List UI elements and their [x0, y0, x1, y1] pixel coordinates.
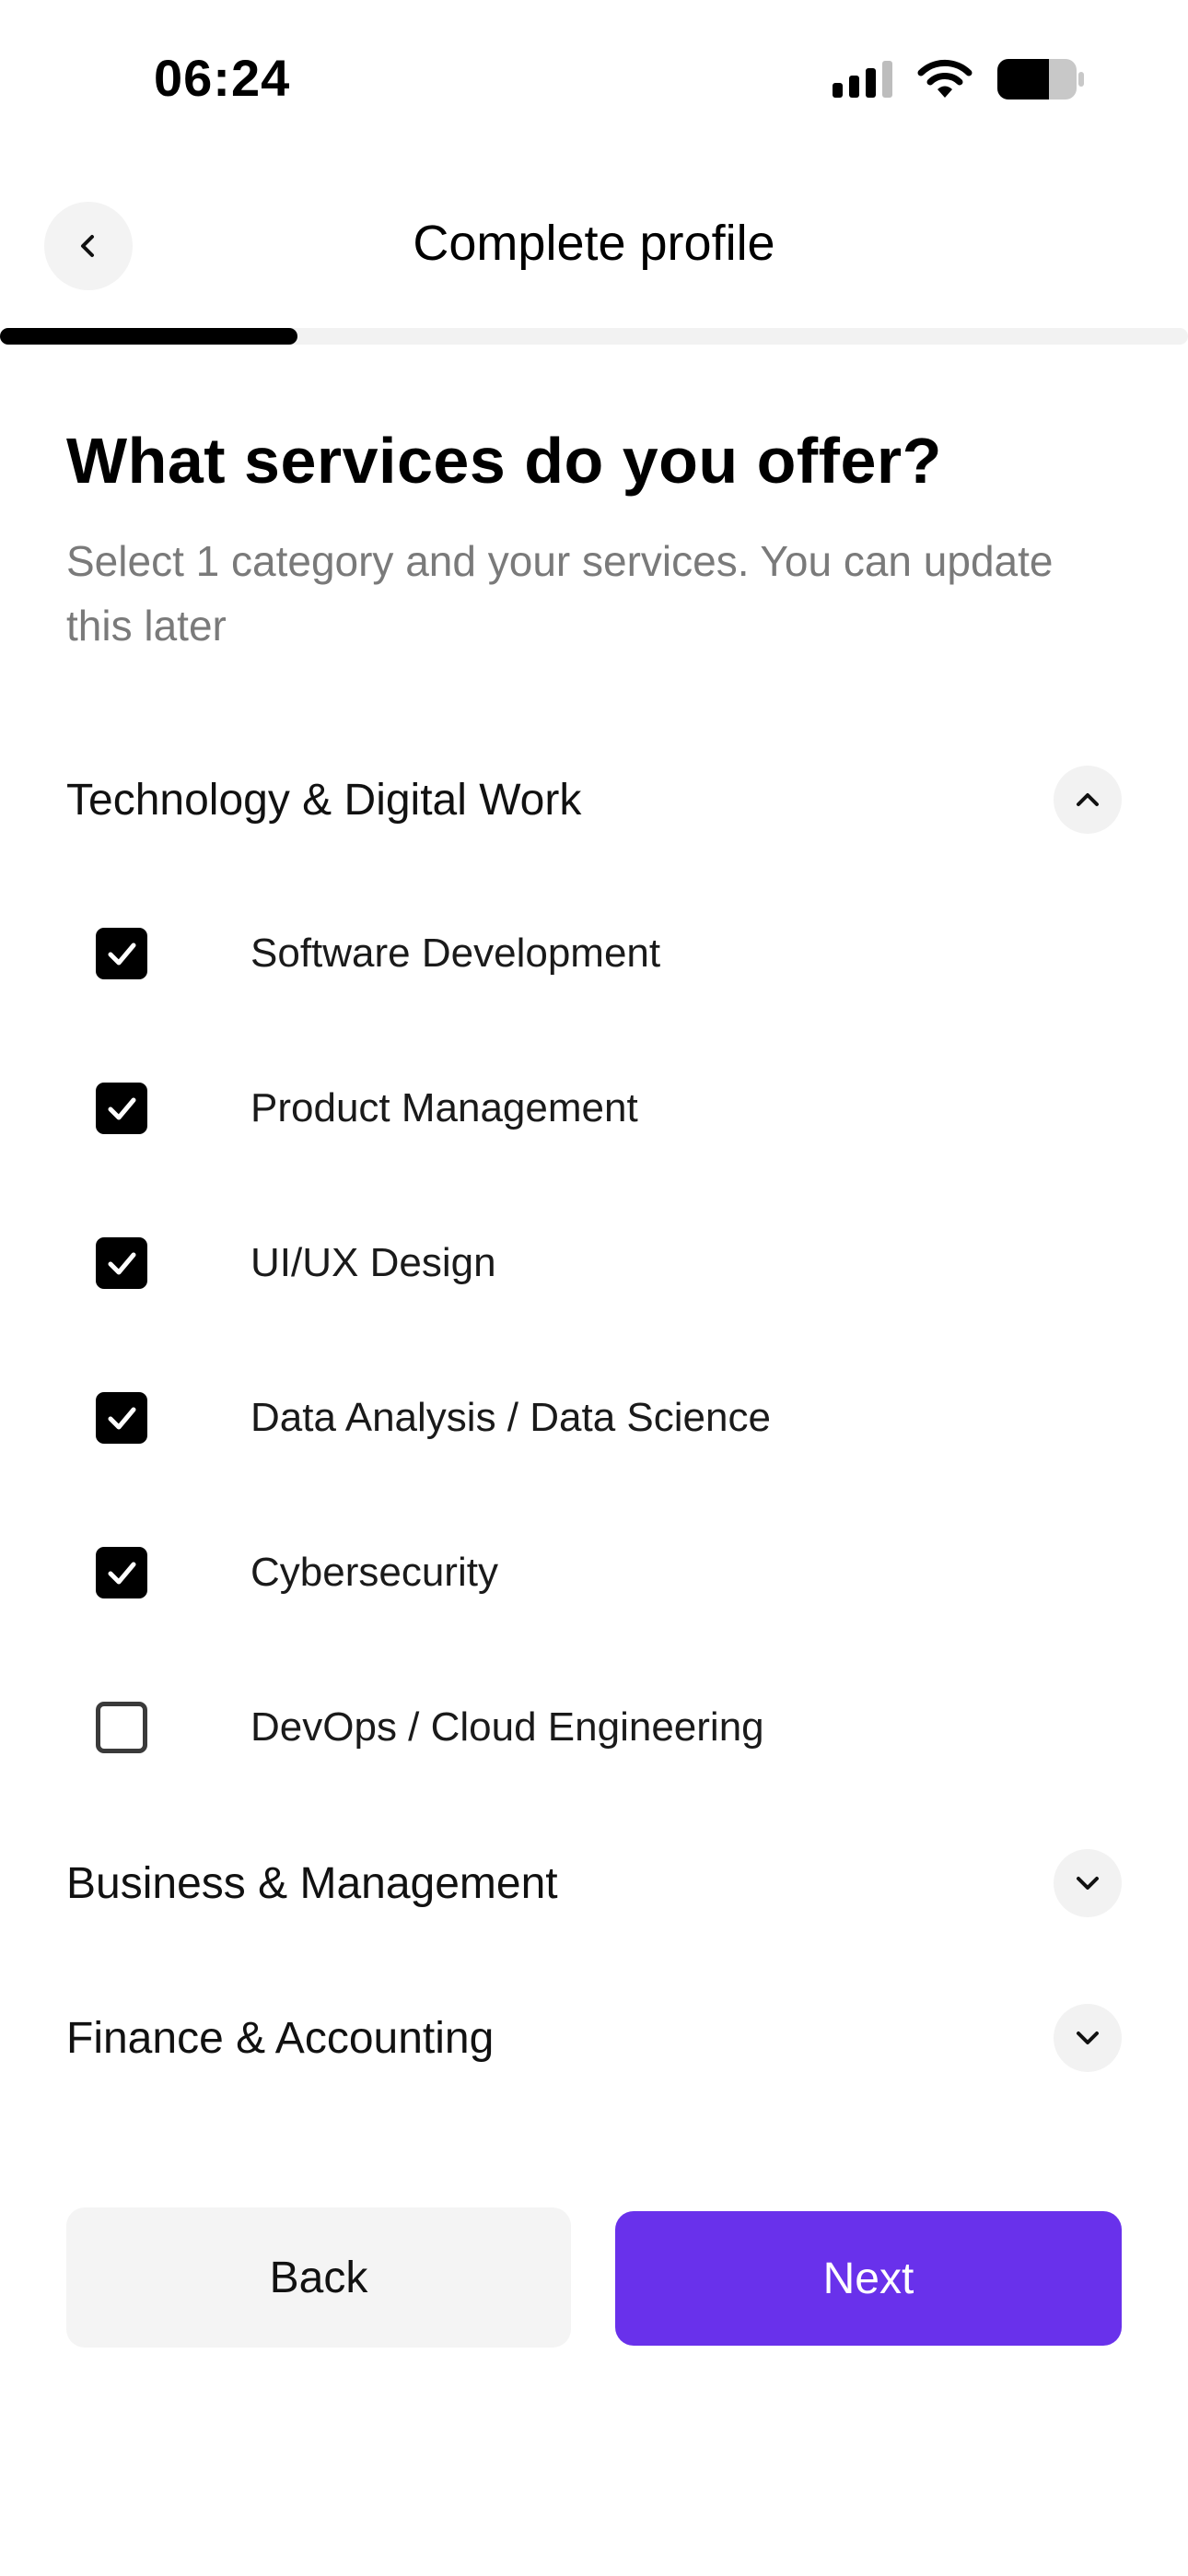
- collapse-category-button[interactable]: [1054, 766, 1122, 834]
- category-label: Technology & Digital Work: [66, 775, 582, 825]
- status-bar: 06:24: [0, 0, 1188, 166]
- checkbox-checked[interactable]: [96, 1237, 147, 1289]
- option-label: Data Analysis / Data Science: [250, 1395, 771, 1440]
- chevron-up-icon: [1077, 793, 1099, 806]
- checkbox-checked[interactable]: [96, 1547, 147, 1598]
- category-technology[interactable]: Technology & Digital Work: [66, 754, 1122, 846]
- page-title: Complete profile: [413, 216, 775, 271]
- option-ui-ux-design[interactable]: UI/UX Design: [96, 1217, 1109, 1309]
- checkmark-icon: [108, 1407, 136, 1430]
- checkmark-icon: [108, 1252, 136, 1275]
- battery-icon: [997, 59, 1084, 100]
- next-button[interactable]: Next: [615, 2211, 1122, 2346]
- option-label: Product Management: [250, 1085, 638, 1130]
- checkbox-unchecked[interactable]: [96, 1702, 147, 1753]
- category-label: Business & Management: [66, 1858, 558, 1908]
- option-label: Software Development: [250, 931, 661, 976]
- checkmark-icon: [108, 943, 136, 966]
- chevron-down-icon: [1077, 2032, 1099, 2044]
- checkbox-checked[interactable]: [96, 928, 147, 979]
- category-business-management[interactable]: Business & Management: [66, 1837, 1122, 1929]
- option-cybersecurity[interactable]: Cybersecurity: [96, 1527, 1109, 1619]
- checkmark-icon: [108, 1562, 136, 1585]
- checkbox-checked[interactable]: [96, 1392, 147, 1444]
- option-label: UI/UX Design: [250, 1240, 496, 1285]
- progress-fill: [0, 328, 297, 345]
- complete-profile-screen: 06:24 Complete profile What services do …: [0, 0, 1188, 2576]
- back-button[interactable]: Back: [66, 2207, 571, 2348]
- expand-category-button[interactable]: [1054, 2004, 1122, 2072]
- chevron-down-icon: [1077, 1877, 1099, 1890]
- status-time: 06:24: [154, 49, 291, 107]
- checkbox-checked[interactable]: [96, 1083, 147, 1134]
- cellular-signal-icon: [833, 61, 892, 98]
- wifi-icon: [917, 59, 973, 98]
- option-devops-cloud[interactable]: DevOps / Cloud Engineering: [96, 1681, 1109, 1774]
- category-finance-accounting[interactable]: Finance & Accounting: [66, 1992, 1122, 2084]
- option-software-development[interactable]: Software Development: [96, 907, 1109, 1000]
- option-label: Cybersecurity: [250, 1550, 498, 1595]
- status-icons: [833, 57, 1085, 101]
- question-title: What services do you offer?: [66, 425, 942, 497]
- checkmark-icon: [108, 1097, 136, 1120]
- option-label: DevOps / Cloud Engineering: [250, 1704, 764, 1750]
- category-label: Finance & Accounting: [66, 2013, 495, 2063]
- question-subtitle: Select 1 category and your services. You…: [66, 537, 1054, 650]
- option-data-analysis[interactable]: Data Analysis / Data Science: [96, 1372, 1109, 1464]
- option-product-management[interactable]: Product Management: [96, 1062, 1109, 1154]
- expand-category-button[interactable]: [1054, 1849, 1122, 1917]
